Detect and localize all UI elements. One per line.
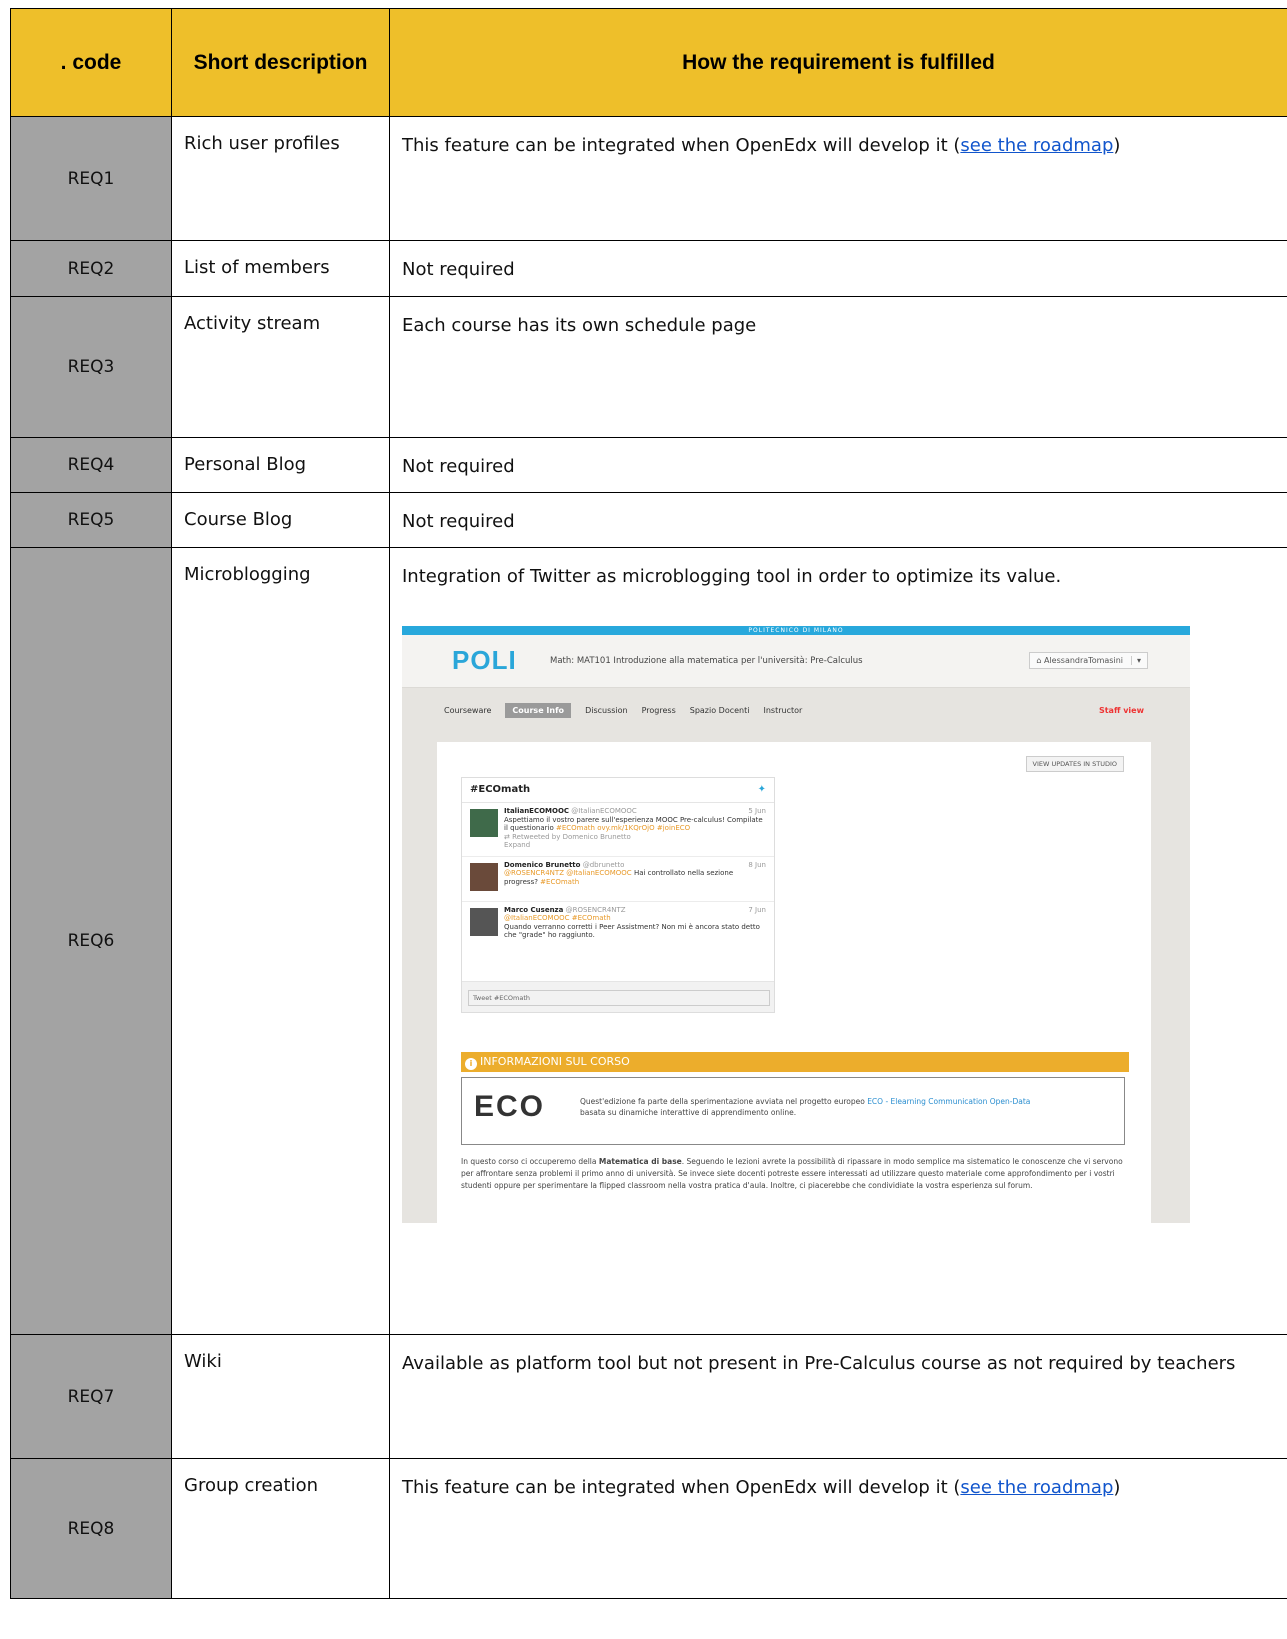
row-fulfillment: Not required: [389, 437, 1287, 493]
avatar: [470, 809, 498, 837]
row-description: Rich user profiles: [171, 116, 390, 241]
table-row: REQ2 List of members Not required: [10, 240, 1287, 297]
poli-logo: POLI: [452, 645, 517, 675]
info-icon: i: [465, 1058, 477, 1070]
tab-spazio-docenti[interactable]: Spazio Docenti: [690, 703, 750, 718]
university-bar: POLITECNICO DI MILANO: [402, 626, 1190, 635]
table-row: REQ7 Wiki Available as platform tool but…: [10, 1334, 1287, 1459]
row-code: REQ3: [10, 296, 172, 438]
avatar: [470, 907, 498, 936]
tweet-handle: @ROSENCR4NTZ: [565, 905, 626, 914]
tweet-date: 5 Jun: [748, 807, 766, 815]
header-short-description: Short description: [171, 8, 390, 117]
row-code: REQ5: [10, 492, 172, 548]
tweet-tags: @ROSENCR4NTZ @ItalianECOMOOC: [504, 869, 632, 877]
fulfillment-text-end: ): [1113, 1477, 1121, 1498]
row-fulfillment: Available as platform tool but not prese…: [389, 1334, 1287, 1459]
tweet-text: Quando verranno corretti i Peer Assistme…: [504, 922, 760, 940]
row-description: Personal Blog: [171, 437, 390, 493]
avatar: [470, 862, 498, 891]
tab-instructor[interactable]: Instructor: [763, 703, 802, 718]
twitter-bird-icon: ✦: [757, 784, 766, 795]
home-icon: ⌂: [1036, 656, 1044, 665]
header-code: . code: [10, 8, 172, 117]
tab-discussion[interactable]: Discussion: [585, 703, 628, 718]
row-description: Microblogging: [171, 547, 390, 1335]
row-code: REQ1: [10, 116, 172, 241]
row-description: List of members: [171, 240, 390, 297]
row-fulfillment: Not required: [389, 240, 1287, 297]
row-description: Wiki: [171, 1334, 390, 1459]
staff-view-link[interactable]: Staff view: [1099, 706, 1144, 715]
tweet-handle: @dbrunetto: [582, 860, 625, 869]
row-description: Activity stream: [171, 296, 390, 438]
tweet-meta: Retweeted by Domenico Brunetto: [512, 832, 631, 841]
row-fulfillment: Each course has its own schedule page: [389, 296, 1287, 438]
tweet-date: 8 Jun: [748, 860, 766, 869]
header-fulfillment: How the requirement is fulfilled: [389, 8, 1287, 117]
expand-link[interactable]: Expand: [504, 841, 530, 849]
course-description: In questo corso ci occuperemo della Mate…: [461, 1156, 1125, 1192]
eco-text: Quest'edizione fa parte della sperimenta…: [580, 1096, 1110, 1118]
row-code: REQ7: [10, 1334, 172, 1459]
tweet-input[interactable]: Tweet #ECOmath: [468, 990, 770, 1006]
row-description: Group creation: [171, 1458, 390, 1599]
tweet-handle: @ItalianECOMOOC: [571, 807, 637, 815]
roadmap-link[interactable]: see the roadmap: [960, 135, 1113, 156]
eco-project-link[interactable]: ECO - Elearning Communication Open-Data: [867, 1097, 1030, 1106]
table-row: REQ3 Activity stream Each course has its…: [10, 296, 1287, 438]
description-start: In questo corso ci occuperemo della: [461, 1157, 597, 1166]
row-description: Course Blog: [171, 492, 390, 548]
tweet: Marco Cusenza @ROSENCR4NTZ 7 Jun @Italia…: [462, 902, 774, 946]
course-title: Math: MAT101 Introduzione alla matematic…: [550, 656, 863, 666]
row-code: REQ4: [10, 437, 172, 493]
course-info-title: INFORMAZIONI SUL CORSO: [480, 1055, 630, 1068]
view-updates-button[interactable]: VIEW UPDATES IN STUDIO: [1025, 756, 1124, 772]
course-info-banner: i INFORMAZIONI SUL CORSO: [461, 1052, 1129, 1072]
table-row: REQ1 Rich user profiles This feature can…: [10, 116, 1287, 241]
roadmap-link[interactable]: see the roadmap: [960, 1477, 1113, 1498]
table-row: REQ4 Personal Blog Not required: [10, 437, 1287, 493]
twitter-hashtag: #ECOmath: [470, 784, 531, 795]
description-bold: Matematica di base: [598, 1157, 682, 1166]
eco-text-end: basata su dinamiche interattive di appre…: [580, 1108, 797, 1117]
row-fulfillment: Not required: [389, 492, 1287, 548]
eco-text-start: Quest'edizione fa parte della sperimenta…: [580, 1097, 865, 1106]
twitter-widget: #ECOmath ✦ ItalianECOMOOC @ItalianECOMOOC…: [461, 777, 775, 1013]
tweet-tags: #ECOmath ovy.mk/1KQrOjO #joinECO: [556, 824, 691, 832]
tweet: Domenico Brunetto @dbrunetto 8 Jun @ROSE…: [462, 857, 774, 902]
header-row: . code Short description How the require…: [10, 8, 1287, 117]
row-fulfillment: This feature can be integrated when Open…: [389, 116, 1287, 241]
tweet: ItalianECOMOOC @ItalianECOMOOC 5 Jun Asp…: [462, 803, 774, 857]
fulfillment-text: This feature can be integrated when Open…: [402, 1477, 961, 1498]
course-screenshot: POLITECNICO DI MILANO POLI Math: MAT101 …: [402, 626, 1190, 1223]
chevron-down-icon: ▾: [1130, 656, 1141, 665]
retweet-icon: ⇄: [504, 832, 513, 841]
tweet-tags: @ItalianECOMOOC #ECOmath: [504, 914, 611, 922]
tweet-author: Domenico Brunetto: [504, 860, 581, 869]
row-code: REQ2: [10, 240, 172, 297]
twitter-header: #ECOmath ✦: [462, 778, 774, 803]
table-row: REQ8 Group creation This feature can be …: [10, 1458, 1287, 1599]
user-menu[interactable]: ⌂ AlessandraTomasini ▾: [1029, 652, 1148, 669]
course-nav: Courseware Course Info Discussion Progress S…: [444, 703, 816, 718]
tab-progress[interactable]: Progress: [642, 703, 676, 718]
tweet-tags: #ECOmath: [540, 877, 580, 886]
fulfillment-text-end: ): [1113, 135, 1121, 156]
tab-course-info[interactable]: Course Info: [505, 703, 572, 718]
row-fulfillment: This feature can be integrated when Open…: [389, 1458, 1287, 1599]
row-code: REQ8: [10, 1458, 172, 1599]
row-code: REQ6: [10, 547, 172, 1335]
site-header: POLI Math: MAT101 Introduzione alla mate…: [402, 635, 1190, 688]
fulfillment-text: This feature can be integrated when Open…: [402, 135, 961, 156]
eco-box: ECO Quest'edizione fa parte della sperim…: [461, 1077, 1125, 1145]
tweet-author: ItalianECOMOOC: [504, 807, 570, 815]
username: AlessandraTomasini: [1043, 656, 1123, 665]
table-row: REQ5 Course Blog Not required: [10, 492, 1287, 548]
tweet-date: 7 Jun: [748, 905, 766, 914]
course-info-panel: VIEW UPDATES IN STUDIO #ECOmath ✦ Italian…: [437, 742, 1151, 1223]
eco-logo: ECO: [474, 1090, 546, 1123]
tab-courseware[interactable]: Courseware: [444, 703, 491, 718]
tweet-author: Marco Cusenza: [504, 905, 564, 914]
